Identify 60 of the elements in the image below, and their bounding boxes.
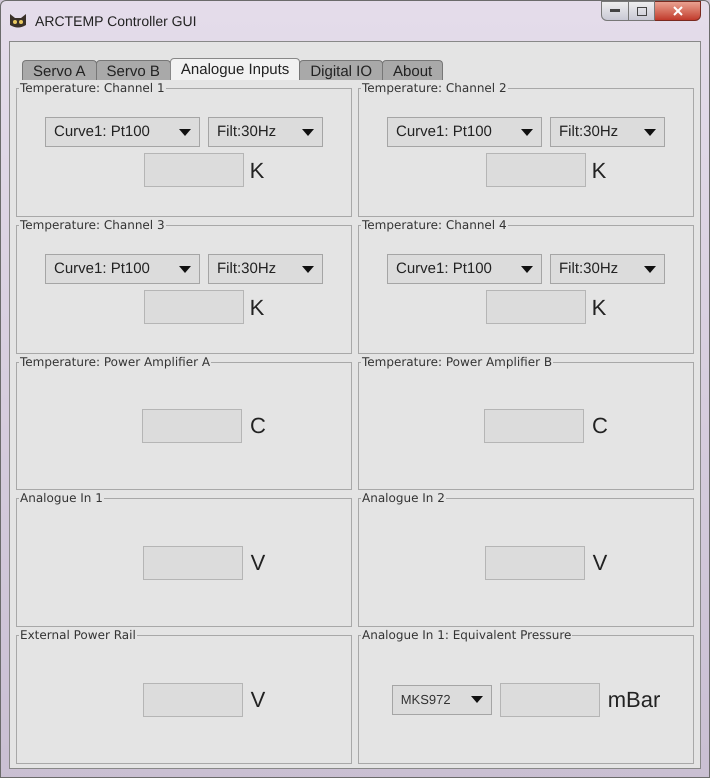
group-title: Temperature: Channel 3 [19, 216, 166, 233]
dropdown[interactable]: Filt:30Hz [208, 254, 323, 284]
input-field[interactable] [142, 682, 243, 717]
group-title: Analogue In 1 [19, 490, 104, 506]
minimize-button[interactable] [601, 1, 629, 21]
maximize-button[interactable] [629, 1, 655, 21]
group-title: Temperature: Channel 4 [361, 216, 508, 233]
caret-icon [302, 128, 314, 136]
group-title: Temperature: Channel 1 [19, 80, 166, 96]
unit-label: C [250, 412, 266, 440]
group-title: Analogue In 2 [361, 490, 446, 506]
cat-icon [9, 13, 27, 29]
group-title: Temperature: Channel 2 [361, 80, 508, 96]
close-button[interactable] [655, 1, 701, 21]
unit-label: K [592, 294, 606, 322]
dropdown[interactable]: Curve1: Pt100 [45, 117, 200, 148]
input-field[interactable] [142, 546, 243, 580]
close-icon [672, 6, 682, 16]
input-field[interactable] [144, 153, 244, 188]
caret-icon [521, 266, 533, 273]
dropdown[interactable]: MKS972 [392, 684, 492, 715]
input-field[interactable] [486, 290, 586, 324]
minimize-icon [610, 9, 620, 13]
input-field[interactable] [484, 408, 584, 443]
input-field[interactable] [486, 153, 586, 188]
caret-icon [179, 128, 191, 136]
group-title: Analogue In 1: Equivalent Pressure [361, 627, 572, 644]
tab[interactable]: Servo A [22, 60, 97, 80]
unit-label: C [592, 412, 608, 440]
input-field[interactable] [142, 408, 242, 443]
maximize-icon [636, 6, 646, 16]
input-field[interactable] [484, 546, 585, 580]
input-field[interactable] [144, 290, 244, 324]
tab[interactable]: Digital IO [299, 60, 383, 80]
group-title: Temperature: Power Amplifier A [19, 354, 212, 370]
dropdown[interactable]: Filt:30Hz [550, 254, 665, 284]
unit-label: K [250, 294, 264, 322]
unit-label: V [250, 549, 266, 578]
unit-label: K [592, 156, 606, 185]
caret-icon [644, 128, 656, 136]
unit-label: K [250, 156, 264, 185]
unit-label: mBar [608, 686, 660, 714]
caret-icon [302, 266, 314, 273]
caret-icon [644, 266, 656, 273]
dropdown[interactable]: Curve1: Pt100 [45, 254, 200, 284]
window-title: ARCTEMP Controller GUI [35, 12, 197, 30]
input-field[interactable] [500, 682, 600, 717]
caret-icon [521, 128, 533, 136]
group-title: Temperature: Power Amplifier B [361, 354, 554, 370]
tab[interactable]: Servo B [96, 60, 171, 80]
caret-icon [179, 266, 191, 273]
tab[interactable]: Analogue Inputs [170, 58, 300, 80]
dropdown[interactable]: Curve1: Pt100 [387, 117, 542, 148]
caret-icon [470, 696, 483, 704]
dropdown[interactable]: Curve1: Pt100 [387, 254, 542, 284]
dropdown[interactable]: Filt:30Hz [550, 117, 665, 148]
dropdown[interactable]: Filt:30Hz [208, 117, 323, 148]
tab[interactable]: About [382, 60, 444, 80]
unit-label: V [592, 549, 608, 578]
unit-label: V [250, 686, 266, 714]
